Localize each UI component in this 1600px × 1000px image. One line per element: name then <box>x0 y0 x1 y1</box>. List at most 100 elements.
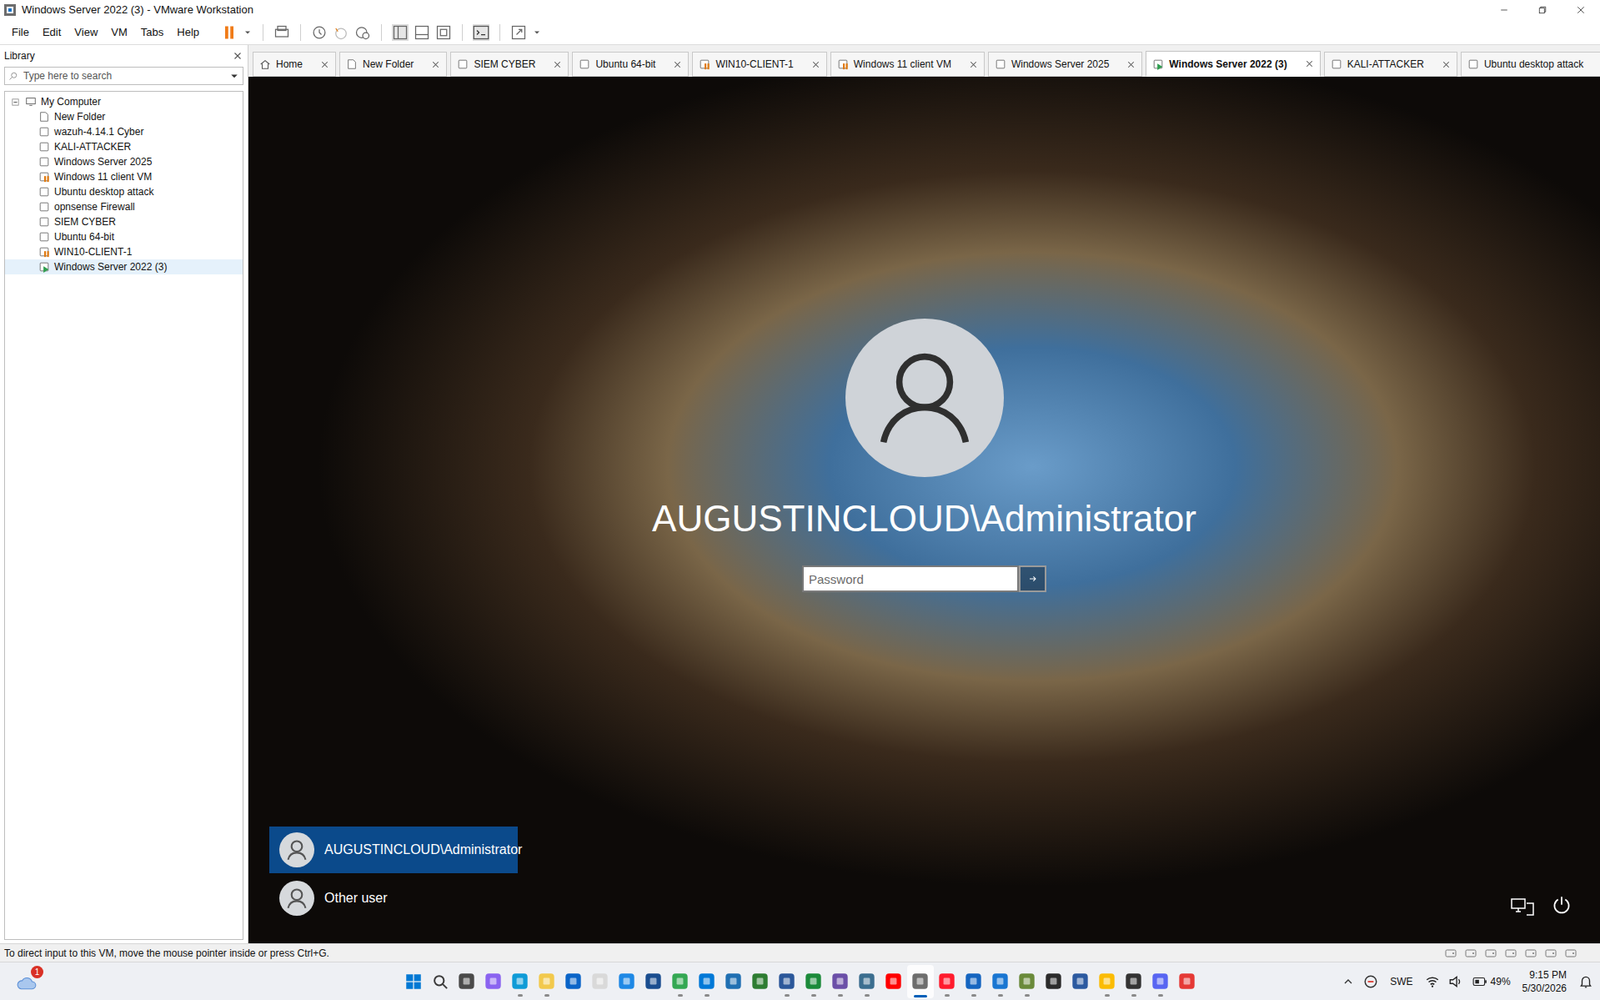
vm-tab[interactable]: Windows 11 client VM <box>830 51 985 77</box>
taskbar-app[interactable] <box>506 964 534 999</box>
menu-item[interactable]: File <box>5 20 36 46</box>
vm-tab[interactable]: SIEM CYBER <box>450 51 569 77</box>
tree-item[interactable]: Ubuntu desktop attack <box>5 184 243 200</box>
sound-icon[interactable] <box>1504 946 1518 960</box>
expander-icon[interactable] <box>10 96 21 108</box>
tree-item[interactable]: Windows Server 2025 <box>5 154 243 170</box>
fullscreen-icon[interactable] <box>510 24 527 41</box>
taskbar-app[interactable] <box>1173 964 1201 999</box>
close-icon[interactable] <box>551 59 563 71</box>
menu-item[interactable]: View <box>67 20 105 46</box>
taskbar-app[interactable] <box>720 964 748 999</box>
onedrive-icon[interactable] <box>1363 973 1379 989</box>
taskbar-app[interactable] <box>613 964 641 999</box>
close-icon[interactable] <box>430 59 442 71</box>
taskbar-app[interactable] <box>960 964 988 999</box>
revert-icon[interactable] <box>332 24 350 41</box>
taskbar-app[interactable] <box>426 964 454 999</box>
restore-icon[interactable] <box>1523 0 1562 21</box>
vm-tab[interactable]: Ubuntu 64-bit <box>571 51 689 77</box>
clock[interactable]: 9:15 PM5/30/2026 <box>1519 968 1570 995</box>
vm-tab[interactable]: KALI-ATTACKER <box>1324 51 1458 77</box>
console-icon[interactable] <box>472 24 490 41</box>
taskbar-app[interactable] <box>933 964 961 999</box>
network-adapter-icon[interactable] <box>1484 946 1498 960</box>
notification-icon[interactable] <box>1578 973 1594 989</box>
vm-screen[interactable]: AUGUSTINCLOUD\AdministratorAUGUSTINCLOUD… <box>248 76 1600 943</box>
taskbar-app[interactable] <box>560 964 587 999</box>
taskbar-app[interactable] <box>800 964 828 999</box>
tree-item[interactable]: Windows Server 2022 (3) <box>5 259 243 275</box>
chevron-up-icon[interactable] <box>1341 974 1355 989</box>
dropdown-icon[interactable] <box>242 27 253 38</box>
minimize-icon[interactable] <box>1484 0 1524 21</box>
network-icon[interactable] <box>1509 894 1535 918</box>
taskbar-app[interactable] <box>1067 964 1094 999</box>
close-icon[interactable] <box>1125 59 1137 71</box>
close-icon[interactable] <box>319 59 331 71</box>
wifi-icon[interactable] <box>1424 973 1440 989</box>
user-item[interactable]: Other user <box>269 874 518 922</box>
taskbar-app[interactable] <box>880 964 908 999</box>
printer-icon[interactable] <box>1544 946 1558 960</box>
tree-item[interactable]: Ubuntu 64-bit <box>5 229 243 245</box>
close-icon[interactable] <box>968 59 979 71</box>
language-indicator[interactable]: SWE <box>1386 973 1416 989</box>
cd-icon[interactable] <box>1464 946 1478 960</box>
ctrl-alt-del-icon[interactable] <box>273 24 291 41</box>
taskbar-app[interactable] <box>1120 964 1148 999</box>
taskbar-app[interactable] <box>853 964 881 999</box>
close-icon[interactable] <box>1561 0 1600 21</box>
taskbar-app[interactable] <box>1013 964 1041 999</box>
close-icon[interactable] <box>672 59 683 71</box>
close-icon[interactable] <box>810 59 822 71</box>
hdd-icon[interactable] <box>1444 946 1458 960</box>
display-icon[interactable] <box>1564 946 1578 960</box>
taskbar-app[interactable] <box>907 964 934 999</box>
battery[interactable]: 49% <box>1471 973 1511 989</box>
menu-item[interactable]: Tabs <box>134 20 171 46</box>
vm-tab[interactable]: Home <box>252 51 337 77</box>
vm-tab[interactable]: Windows Server 2022 (3) <box>1145 50 1320 77</box>
password-input[interactable] <box>802 565 1019 592</box>
user-item[interactable]: AUGUSTINCLOUD\Administrator <box>269 826 518 873</box>
thumbnail-view-icon[interactable] <box>413 24 431 41</box>
taskbar-app[interactable] <box>400 964 427 999</box>
taskbar-app[interactable] <box>480 964 507 999</box>
tree-item[interactable]: Windows 11 client VM <box>5 169 243 185</box>
tree-root[interactable]: My Computer <box>5 94 243 110</box>
search-input[interactable] <box>23 68 225 84</box>
taskbar-app[interactable] <box>1147 964 1174 999</box>
volume-icon[interactable] <box>1448 973 1464 989</box>
snapshot-icon[interactable] <box>310 24 328 41</box>
taskbar-app[interactable] <box>667 964 694 999</box>
taskbar-app[interactable] <box>1093 964 1121 999</box>
tree-item[interactable]: SIEM CYBER <box>5 214 243 230</box>
taskbar-app[interactable] <box>987 964 1014 999</box>
pause-icon[interactable] <box>220 24 238 41</box>
vm-tab[interactable]: WIN10-CLIENT-1 <box>692 51 827 77</box>
taskbar-app[interactable] <box>533 964 561 999</box>
close-icon[interactable] <box>1440 59 1452 71</box>
dropdown-icon[interactable] <box>229 70 240 81</box>
menu-item[interactable]: Edit <box>35 20 68 46</box>
dropdown-icon[interactable] <box>531 27 542 38</box>
taskbar-app[interactable] <box>640 964 668 999</box>
close-icon[interactable] <box>231 50 244 62</box>
arrow-right-icon[interactable] <box>1018 565 1047 592</box>
taskbar-app[interactable] <box>693 964 721 999</box>
taskbar-app[interactable] <box>747 964 774 999</box>
tree-item[interactable]: WIN10-CLIENT-1 <box>5 244 243 260</box>
tree-item[interactable]: KALI-ATTACKER <box>5 139 243 155</box>
vm-tab[interactable]: Windows Server 2025 <box>988 51 1143 77</box>
library-view-icon[interactable] <box>391 24 409 41</box>
taskbar-app[interactable] <box>827 964 854 999</box>
tree-item[interactable]: New Folder <box>5 109 243 125</box>
vm-tab[interactable]: New Folder <box>339 51 447 77</box>
taskbar-app[interactable] <box>773 964 801 999</box>
close-icon[interactable] <box>1304 58 1315 70</box>
weather-widget[interactable]: 1 <box>13 968 41 995</box>
tree-item[interactable]: opnsense Firewall <box>5 199 243 215</box>
usb-icon[interactable] <box>1524 946 1538 960</box>
snapshot-manager-icon[interactable] <box>354 24 372 41</box>
